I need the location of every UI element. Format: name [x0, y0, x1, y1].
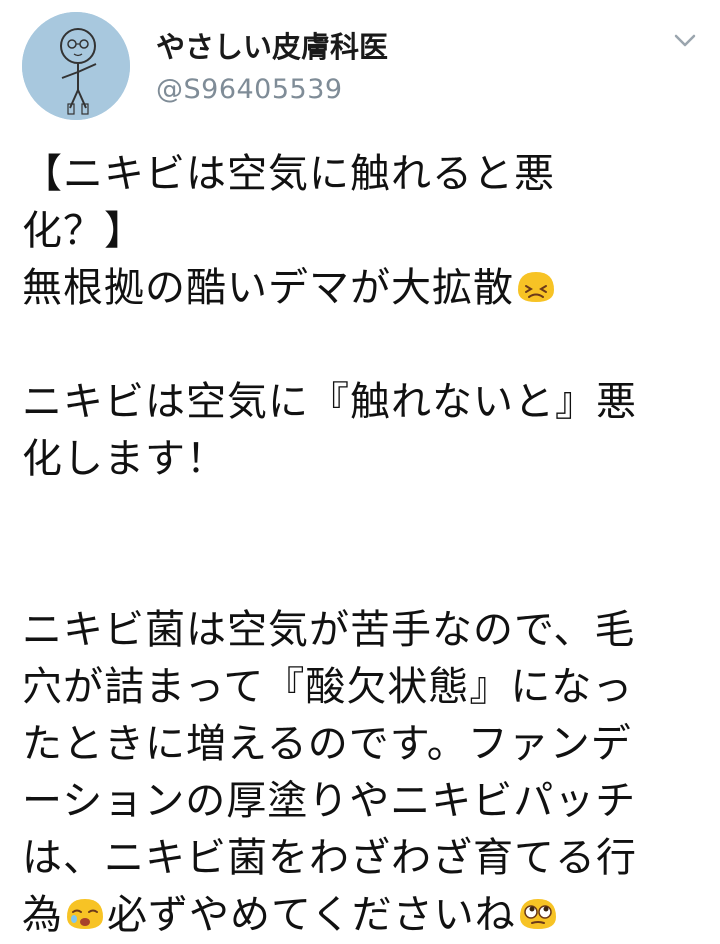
crying-face-icon — [67, 899, 103, 929]
tweet-line — [22, 317, 712, 374]
tweet-line: 為 必ずやめてくださいね — [22, 887, 712, 944]
tweet-line: 無根拠の酷いデマが大拡散 — [22, 260, 712, 317]
chevron-down-icon[interactable] — [668, 26, 702, 56]
stick-figure-drawing-icon — [22, 12, 130, 120]
tweet-line: 化？】 — [22, 208, 145, 254]
tweet-header: やさしい皮膚科医 @S96405539 — [0, 0, 720, 130]
rolling-eyes-face-icon — [519, 899, 556, 929]
frowning-face-icon — [518, 272, 554, 302]
tweet-line: ニキビ菌は空気が苦手なので、毛 — [22, 607, 636, 653]
avatar[interactable] — [22, 12, 130, 120]
tweet-line: は、ニキビ菌をわざわざ育てる行 — [22, 835, 637, 881]
tweet-line — [22, 545, 712, 602]
tweet-line: ーションの厚塗りやニキビパッチ — [22, 778, 637, 824]
tweet-line: 穴が詰まって『酸欠状態』になっ — [22, 664, 634, 710]
tweet-line: 【ニキビは空気に触れると悪 — [22, 151, 555, 197]
tweet-line: 化します！ — [22, 436, 227, 482]
tweet-text: 【ニキビは空気に触れると悪 化？】 無根拠の酷いデマが大拡散 ニキビは空気に『触… — [22, 146, 712, 944]
tweet-line: ニキビは空気に『触れないと』悪 — [22, 379, 637, 425]
user-handle[interactable]: @S96405539 — [156, 74, 343, 105]
tweet-line: たときに増えるのです。ファンデ — [22, 721, 632, 767]
tweet-line — [22, 488, 712, 545]
display-name[interactable]: やさしい皮膚科医 — [156, 24, 388, 66]
